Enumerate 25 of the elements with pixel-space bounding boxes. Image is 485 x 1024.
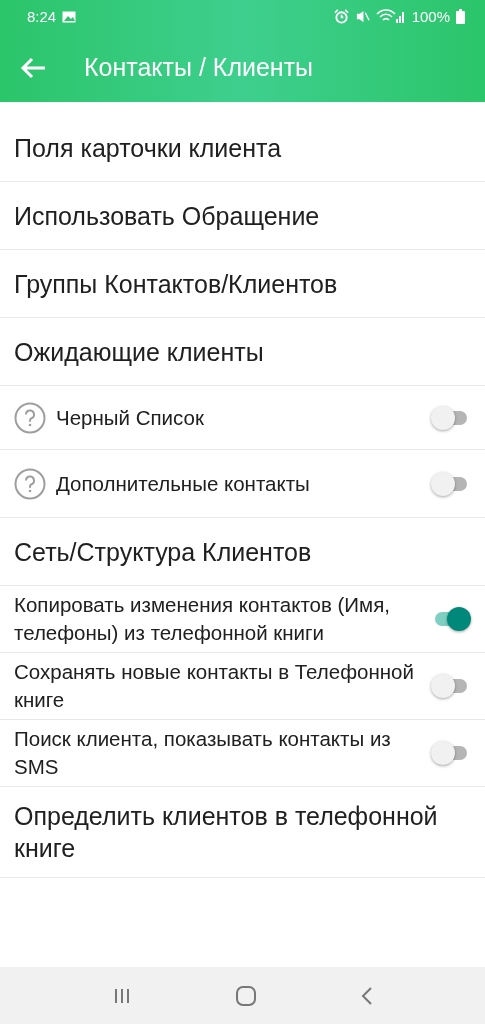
settings-item[interactable]: Ожидающие клиенты: [14, 335, 473, 368]
wifi-signal-icon: [375, 9, 406, 24]
battery-icon: [456, 9, 465, 24]
image-icon: [62, 10, 77, 23]
settings-item[interactable]: Определить клиентов в телефонной книге: [14, 800, 473, 864]
setting-label: Копировать изменения контактов (Имя, телефоны) из телефонной книги: [14, 592, 391, 646]
setting-label: Черный Список: [56, 404, 205, 431]
mute-icon: [354, 9, 370, 24]
back-icon[interactable]: [360, 986, 373, 1005]
alarm-icon: [333, 9, 349, 24]
settings-item[interactable]: Сеть/Структура Клиентов: [14, 535, 473, 568]
battery-percent: 100%: [411, 8, 450, 25]
setting-label: Сохранять новые контакты в Телефонной книге: [14, 659, 415, 713]
home-icon[interactable]: [235, 985, 256, 1006]
setting-label: Поиск клиента, показывать контакты из SMS: [14, 726, 392, 780]
status-time: 8:24: [27, 8, 57, 25]
back-arrow-icon[interactable]: [20, 56, 46, 79]
recent-apps-icon[interactable]: [112, 987, 131, 1004]
settings-item[interactable]: Группы Контактов/Клиентов: [14, 267, 473, 300]
settings-item[interactable]: Использовать Обращение: [14, 199, 473, 232]
screen-title: Контакты / Клиенты: [84, 53, 314, 82]
settings-item[interactable]: Поля карточки клиента: [14, 131, 473, 164]
help-icon[interactable]: [14, 467, 46, 500]
setting-label: Дополнительные контакты: [56, 470, 311, 497]
help-icon[interactable]: [14, 401, 46, 434]
